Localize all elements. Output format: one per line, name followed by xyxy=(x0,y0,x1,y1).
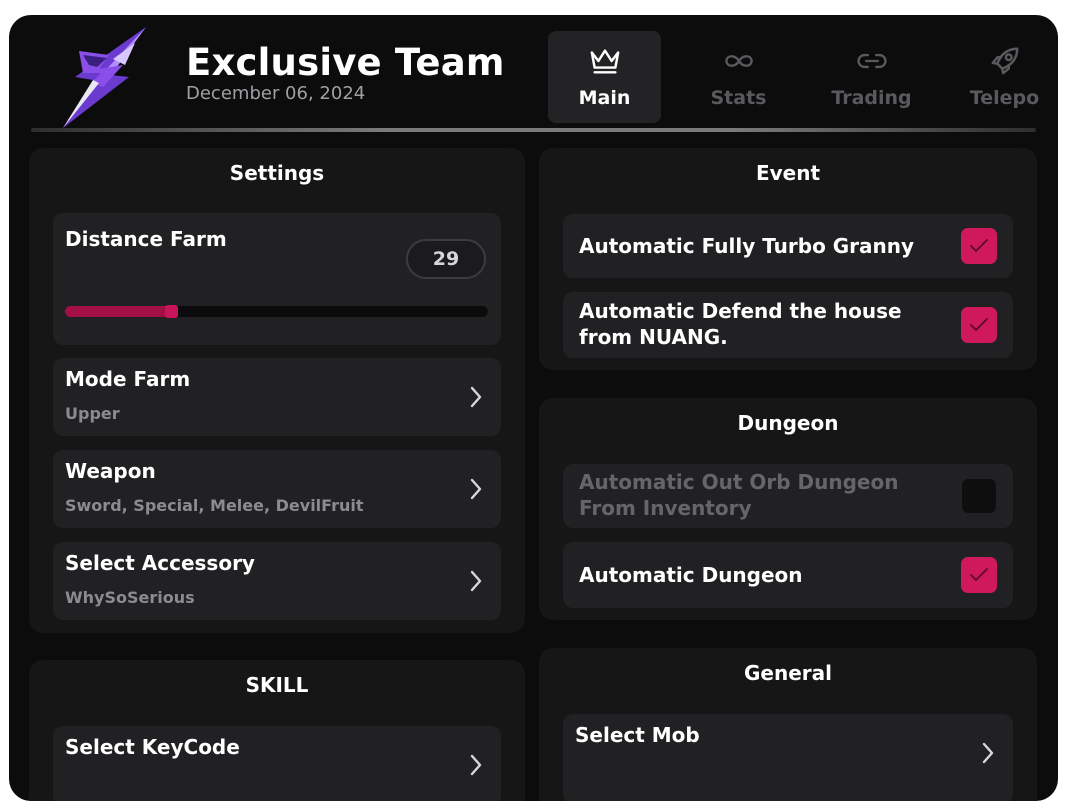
tab-bar: Main Stats Trading Telepo xyxy=(548,31,1058,123)
out-orb-dungeon-checkbox[interactable] xyxy=(961,478,997,514)
skill-panel: SKILL Select KeyCode xyxy=(29,660,525,801)
turbo-granny-checkbox[interactable] xyxy=(961,228,997,264)
select-mob-label: Select Mob xyxy=(575,723,700,747)
distance-farm-card: Distance Farm 29 xyxy=(53,213,501,345)
keycode-label: Select KeyCode xyxy=(65,735,240,759)
weapon-dropdown[interactable]: Weapon Sword, Special, Melee, DevilFruit xyxy=(53,450,501,528)
tab-teleport-label: Telepo xyxy=(969,87,1040,109)
chevron-right-icon xyxy=(470,754,482,776)
defend-house-label: Automatic Defend the house from NUANG. xyxy=(579,298,902,350)
tab-stats-label: Stats xyxy=(710,87,767,109)
tab-trading[interactable]: Trading xyxy=(815,31,928,123)
infinity-icon xyxy=(723,45,755,77)
chevron-right-icon xyxy=(982,742,994,764)
event-panel: Event Automatic Fully Turbo Granny Autom… xyxy=(539,148,1037,370)
dungeon-panel: Dungeon Automatic Out Orb Dungeon From I… xyxy=(539,398,1037,620)
event-title: Event xyxy=(755,161,821,185)
dungeon-title: Dungeon xyxy=(737,411,839,435)
mode-farm-dropdown[interactable]: Mode Farm Upper xyxy=(53,358,501,436)
tab-trading-label: Trading xyxy=(831,87,912,109)
weapon-label: Weapon xyxy=(65,459,156,483)
weapon-value: Sword, Special, Melee, DevilFruit xyxy=(65,496,364,515)
mode-farm-label: Mode Farm xyxy=(65,367,191,391)
settings-title: Settings xyxy=(229,161,325,185)
auto-dungeon-checkbox[interactable] xyxy=(961,557,997,593)
purple-star-logo xyxy=(63,27,146,128)
out-orb-dungeon-line2: From Inventory xyxy=(579,496,752,520)
mode-farm-value: Upper xyxy=(65,404,120,423)
header-date: December 06, 2024 xyxy=(186,83,366,104)
chevron-right-icon xyxy=(470,570,482,592)
distance-farm-label: Distance Farm xyxy=(65,227,227,251)
check-icon xyxy=(970,239,988,252)
keycode-dropdown[interactable]: Select KeyCode xyxy=(53,726,501,801)
app-title: Exclusive Team xyxy=(186,41,505,84)
header: Exclusive Team December 06, 2024 Main St… xyxy=(9,15,1058,128)
general-title: General xyxy=(744,661,832,685)
tab-teleport[interactable]: Telepo xyxy=(948,31,1058,123)
out-orb-dungeon-line1: Automatic Out Orb Dungeon xyxy=(579,470,899,494)
crown-icon xyxy=(589,45,621,77)
auto-dungeon-label: Automatic Dungeon xyxy=(579,563,803,587)
main-window: Exclusive Team December 06, 2024 Main St… xyxy=(9,15,1058,801)
accessory-value: WhySoSerious xyxy=(65,588,195,607)
link-icon xyxy=(856,45,888,77)
turbo-granny-toggle[interactable]: Automatic Fully Turbo Granny xyxy=(563,214,1013,278)
chevron-right-icon xyxy=(470,478,482,500)
defend-house-line1: Automatic Defend the house xyxy=(579,299,902,323)
distance-farm-value[interactable]: 29 xyxy=(406,239,486,279)
accessory-label: Select Accessory xyxy=(65,551,255,575)
accessory-dropdown[interactable]: Select Accessory WhySoSerious xyxy=(53,542,501,620)
check-icon xyxy=(970,318,988,331)
rocket-icon xyxy=(989,45,1021,77)
auto-dungeon-toggle[interactable]: Automatic Dungeon xyxy=(563,542,1013,608)
skill-title: SKILL xyxy=(245,673,309,697)
select-mob-dropdown[interactable]: Select Mob xyxy=(563,714,1013,801)
defend-house-line2: from NUANG. xyxy=(579,325,728,349)
out-orb-dungeon-label: Automatic Out Orb Dungeon From Inventory xyxy=(579,469,898,521)
general-panel: General Select Mob xyxy=(539,648,1037,801)
chevron-right-icon xyxy=(470,386,482,408)
turbo-granny-label: Automatic Fully Turbo Granny xyxy=(579,234,915,258)
slider-fill xyxy=(65,306,171,317)
check-icon xyxy=(970,568,988,581)
header-divider xyxy=(31,128,1036,132)
distance-farm-slider[interactable] xyxy=(65,305,488,318)
tab-main-label: Main xyxy=(578,87,631,109)
slider-handle[interactable] xyxy=(165,305,178,318)
defend-house-toggle[interactable]: Automatic Defend the house from NUANG. xyxy=(563,292,1013,358)
tab-main[interactable]: Main xyxy=(548,31,661,123)
settings-panel: Settings Distance Farm 29 Mode Farm Uppe… xyxy=(29,148,525,633)
defend-house-checkbox[interactable] xyxy=(961,307,997,343)
tab-stats[interactable]: Stats xyxy=(682,31,795,123)
out-orb-dungeon-toggle[interactable]: Automatic Out Orb Dungeon From Inventory xyxy=(563,464,1013,528)
